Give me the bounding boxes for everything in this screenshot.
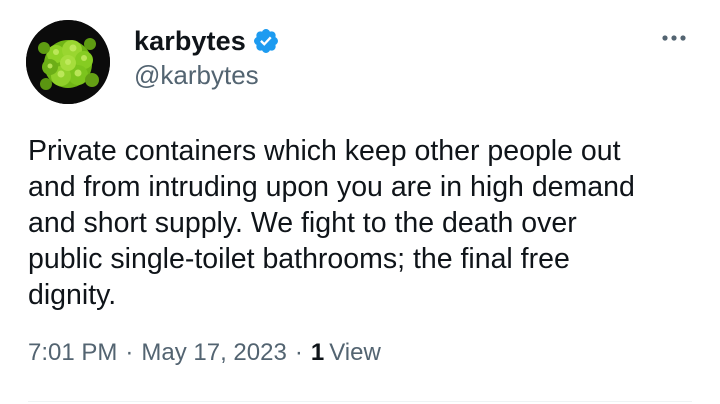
verified-badge-icon [252, 27, 280, 55]
meta-separator: · [125, 339, 134, 366]
more-options-icon[interactable] [660, 30, 688, 46]
author-block: karbytes @karbytes [134, 24, 280, 91]
post-meta: 7:01 PM · May 17, 2023 · 1 View [28, 339, 381, 367]
avatar[interactable] [26, 20, 110, 104]
post-text: Private containers which keep other peop… [28, 135, 635, 311]
views-count[interactable]: 1 [311, 339, 324, 367]
post-date[interactable]: May 17, 2023 [141, 339, 286, 367]
tweet-card: karbytes @karbytes Private containers wh… [0, 0, 720, 404]
divider [28, 401, 692, 402]
views-label[interactable]: View [329, 339, 381, 367]
romanesco-broccoli-avatar [26, 20, 110, 104]
author-display-name[interactable]: karbytes [134, 26, 246, 57]
author-handle[interactable]: @karbytes [134, 60, 280, 91]
meta-separator: · [294, 339, 303, 366]
post-time[interactable]: 7:01 PM [28, 339, 117, 367]
author-name-row: karbytes [134, 24, 280, 58]
